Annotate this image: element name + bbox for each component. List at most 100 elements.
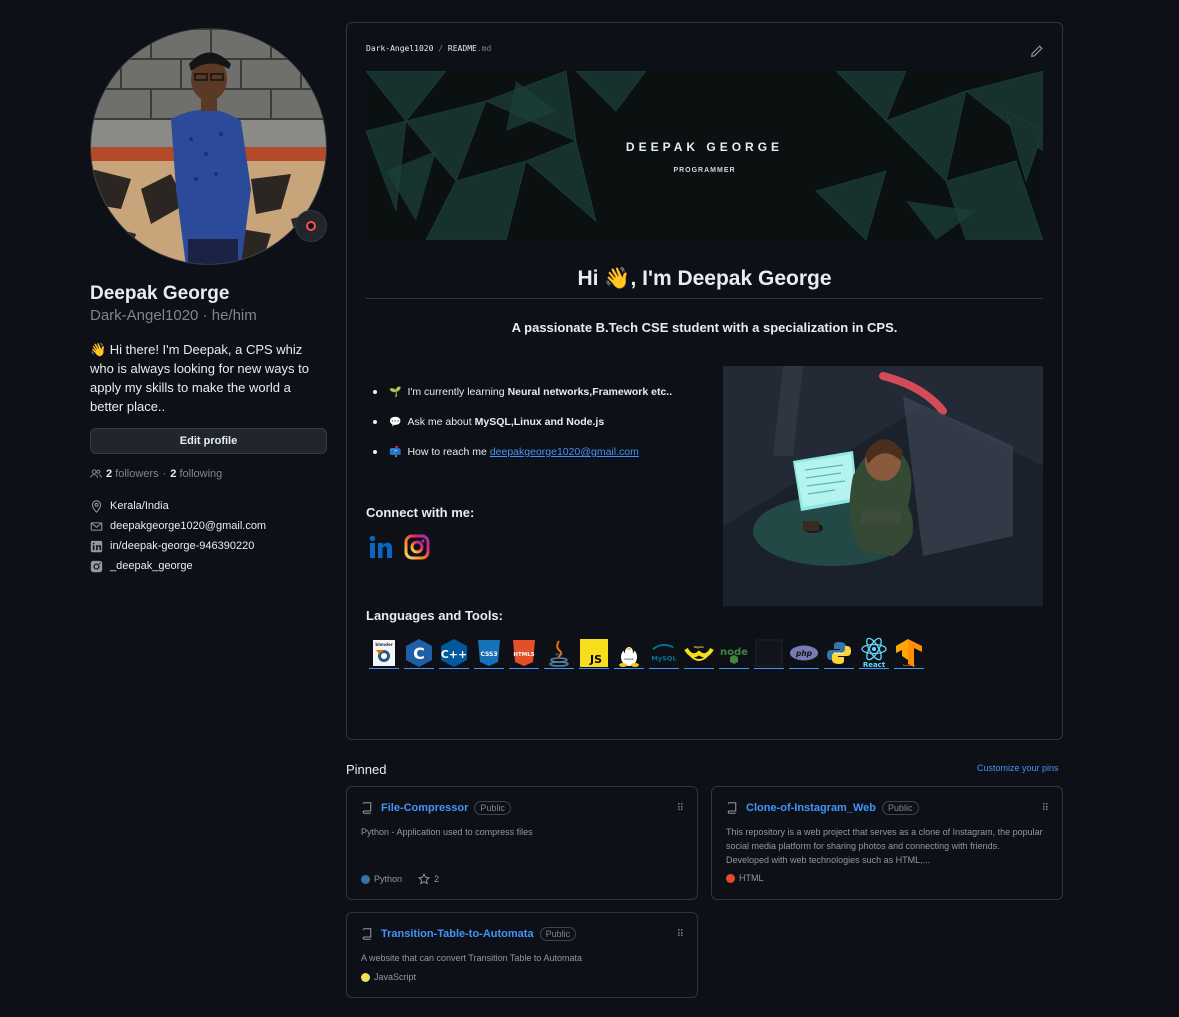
pinned-card[interactable]: Transition-Table-to-Automata Public ⠿ A … — [346, 912, 698, 998]
repo-title-row: Transition-Table-to-Automata Public — [361, 927, 577, 941]
python-icon[interactable]: Python — [824, 637, 854, 669]
readme-file-link[interactable]: README — [448, 44, 477, 53]
languages-heading: Languages and Tools: — [366, 608, 503, 623]
readme-path: Dark-Angel1020 / README.md — [366, 44, 492, 53]
repo-name-link[interactable]: File-Compressor — [381, 802, 468, 814]
wave-emoji: 👋 — [604, 267, 631, 290]
list-item: 💬 Ask me about MySQL,Linux and Node.js — [373, 407, 672, 437]
following-link[interactable]: 2 following — [170, 468, 222, 480]
svg-text:Java: Java — [554, 652, 562, 656]
mysql-icon[interactable]: MySQL — [649, 637, 679, 669]
repo-language: JavaScript — [374, 972, 417, 982]
repo-icon — [362, 928, 372, 940]
readme-bullet-list: 🌱 I'm currently learning Neural networks… — [373, 377, 672, 467]
drag-handle-icon[interactable]: ⠿ — [677, 803, 684, 814]
avatar-container — [90, 28, 327, 265]
pencil-icon[interactable] — [1030, 44, 1044, 58]
readme-owner-link[interactable]: Dark-Angel1020 — [366, 44, 433, 53]
email-item[interactable]: deepakgeorge1020@gmail.com — [90, 516, 327, 536]
nodejs-icon[interactable]: node — [719, 637, 749, 669]
tools-icon-row: blender C C++ CSS3 HTML5 Java JS Linux M… — [369, 637, 924, 669]
javascript-icon[interactable]: JS — [579, 637, 609, 669]
profile-name: Deepak George — [90, 283, 230, 304]
svg-text:CSS3: CSS3 — [480, 651, 497, 658]
readme-panel: Dark-Angel1020 / README.md DEEPAK GEORGE… — [346, 22, 1063, 740]
drag-handle-icon[interactable]: ⠿ — [1042, 803, 1049, 814]
repo-meta: HTML — [726, 873, 764, 883]
profile-login: Dark-Angel1020 · he/him — [90, 307, 257, 324]
linkedin-logo-icon[interactable] — [368, 534, 394, 560]
svg-text:MySQL: MySQL — [651, 654, 676, 662]
blender-icon[interactable]: blender — [369, 637, 399, 669]
react-icon[interactable]: React — [859, 637, 889, 669]
linkedin-item[interactable]: in/deepak-george-946390220 — [90, 536, 327, 556]
mail-icon — [90, 521, 103, 531]
java-icon[interactable]: Java — [544, 637, 574, 669]
repo-meta: JavaScript — [361, 972, 416, 982]
list-item: 🌱 I'm currently learning Neural networks… — [373, 377, 672, 407]
stars-link[interactable]: 2 — [418, 873, 439, 885]
email-link[interactable]: deepakgeorge1020@gmail.com — [490, 446, 639, 458]
repo-description: Python - Application used to compress fi… — [361, 827, 533, 837]
readme-tagline: A passionate B.Tech CSE student with a s… — [511, 320, 898, 335]
svg-text:Linux: Linux — [624, 657, 633, 661]
repo-icon — [727, 802, 737, 814]
language-color-dot — [361, 874, 370, 884]
banner-title: DEEPAK GEORGE — [625, 140, 784, 154]
instagram-item[interactable]: _deepak_george — [90, 556, 327, 576]
unknown-tool-icon[interactable] — [754, 637, 784, 669]
people-icon — [90, 469, 102, 478]
drag-handle-icon[interactable]: ⠿ — [677, 929, 684, 940]
tensorflow-icon[interactable]: TensorFlow — [894, 637, 924, 669]
edit-profile-button[interactable]: Edit profile — [90, 428, 327, 454]
repo-description: A website that can convert Transition Ta… — [361, 953, 582, 963]
connect-heading: Connect with me: — [366, 505, 475, 520]
repo-language: HTML — [739, 873, 764, 883]
svg-text:C++: C++ — [441, 648, 468, 661]
nginx-icon[interactable]: Nginx — [684, 637, 714, 669]
repo-meta: Python 2 — [361, 873, 439, 885]
target-icon — [306, 221, 316, 231]
repo-name-link[interactable]: Transition-Table-to-Automata — [381, 928, 534, 940]
pinned-card[interactable]: Clone-of-Instagram_Web Public ⠿ This rep… — [711, 786, 1063, 900]
separator: · — [162, 468, 167, 480]
location-item: Kerala/India — [90, 496, 327, 516]
seedling-emoji: 🌱 — [389, 386, 402, 398]
list-item: 📫 How to reach me deepakgeorge1020@gmail… — [373, 437, 672, 467]
php-icon[interactable]: php — [789, 637, 819, 669]
profile-details: Kerala/India deepakgeorge1020@gmail.com … — [90, 496, 327, 576]
readme-banner: DEEPAK GEORGE PROGRAMMER — [366, 71, 1043, 240]
css3-icon[interactable]: CSS3 — [474, 637, 504, 669]
instagram-logo-icon[interactable] — [404, 534, 430, 560]
profile-bio: 👋 Hi there! I'm Deepak, a CPS whiz who i… — [90, 342, 309, 414]
svg-text:C: C — [413, 644, 425, 663]
followers-link[interactable]: 2 followers — [106, 468, 159, 480]
set-status-button[interactable] — [295, 210, 327, 242]
linkedin-icon — [90, 540, 103, 552]
customize-pins-link[interactable]: Customize your pins — [977, 763, 1059, 773]
language-color-dot — [726, 873, 735, 883]
repo-name-link[interactable]: Clone-of-Instagram_Web — [746, 802, 876, 814]
visibility-badge: Public — [474, 801, 511, 815]
html5-icon[interactable]: HTML5 — [509, 637, 539, 669]
pinned-card[interactable]: File-Compressor Public ⠿ Python - Applic… — [346, 786, 698, 900]
readme-heading: Hi 👋, I'm Deepak George — [577, 267, 832, 290]
location-icon — [91, 499, 102, 513]
repo-icon — [362, 802, 372, 814]
speech-emoji: 💬 — [389, 416, 402, 428]
bullet-dot — [373, 420, 377, 424]
profile-sidebar: Deepak George Dark-Angel1020 · he/him 👋 … — [90, 28, 327, 576]
svg-text:JS: JS — [589, 653, 602, 666]
svg-text:HTML5: HTML5 — [513, 652, 534, 658]
cplusplus-icon[interactable]: C++ — [439, 637, 469, 669]
banner-subtitle: PROGRAMMER — [673, 167, 736, 174]
social-links — [368, 534, 430, 560]
svg-text:React: React — [863, 661, 886, 669]
visibility-badge: Public — [539, 927, 577, 941]
c-icon[interactable]: C — [404, 637, 434, 669]
svg-text:Nginx: Nginx — [694, 645, 704, 649]
bullet-dot — [373, 450, 377, 454]
linux-icon[interactable]: Linux — [614, 637, 644, 669]
pinned-heading: Pinned — [346, 762, 387, 777]
avatar[interactable] — [90, 28, 327, 265]
